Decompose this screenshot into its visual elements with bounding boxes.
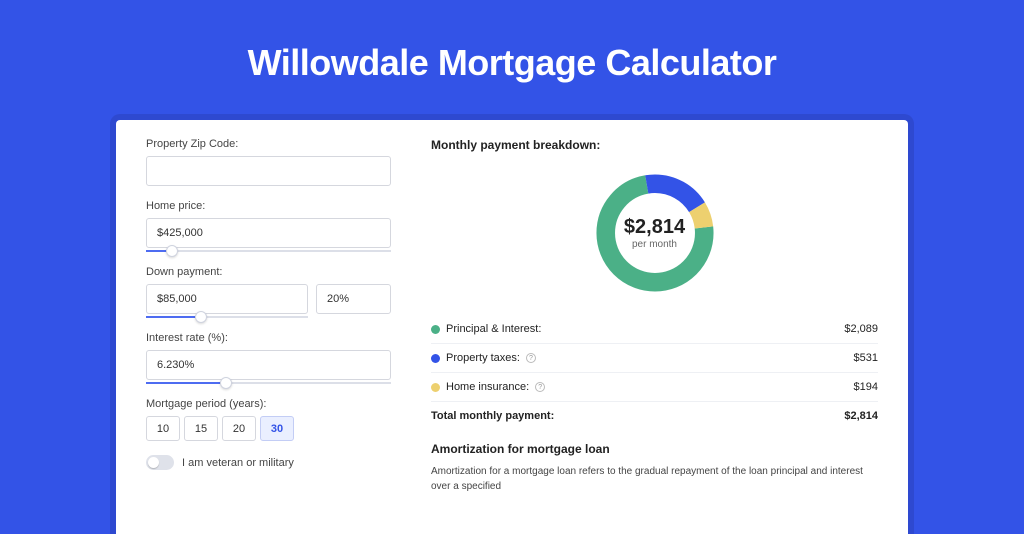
home-price-label: Home price: (146, 200, 391, 212)
payment-donut-chart: $2,814 per month (431, 158, 878, 308)
slider-thumb-icon[interactable] (220, 377, 232, 389)
breakdown-label: Principal & Interest: (446, 323, 541, 335)
breakdown-title: Monthly payment breakdown: (431, 138, 878, 152)
down-payment-pct-input[interactable] (316, 284, 391, 314)
veteran-toggle[interactable] (146, 455, 174, 470)
breakdown-value: $194 (854, 381, 878, 393)
breakdown-value: $2,089 (844, 323, 878, 335)
period-option-30[interactable]: 30 (260, 416, 294, 441)
breakdown-label: Property taxes: (446, 352, 520, 364)
total-label: Total monthly payment: (431, 410, 554, 422)
dot-icon (431, 383, 440, 392)
slider-thumb-icon[interactable] (195, 311, 207, 323)
breakdown-panel: Monthly payment breakdown: $2,814 per mo… (431, 138, 878, 534)
down-payment-slider[interactable] (146, 316, 308, 318)
field-home-price: Home price: (146, 200, 391, 252)
period-button-group: 10 15 20 30 (146, 416, 391, 441)
toggle-knob-icon (148, 457, 159, 468)
interest-rate-label: Interest rate (%): (146, 332, 391, 344)
total-value: $2,814 (844, 410, 878, 422)
dot-icon (431, 325, 440, 334)
info-icon[interactable]: ? (535, 382, 545, 392)
veteran-label: I am veteran or military (182, 457, 294, 469)
breakdown-value: $531 (854, 352, 878, 364)
page-title: Willowdale Mortgage Calculator (0, 0, 1024, 114)
interest-rate-slider[interactable] (146, 382, 391, 384)
home-price-slider[interactable] (146, 250, 391, 252)
breakdown-row-total: Total monthly payment: $2,814 (431, 402, 878, 430)
zip-input[interactable] (146, 156, 391, 186)
field-veteran: I am veteran or military (146, 455, 391, 470)
breakdown-list: Principal & Interest: $2,089 Property ta… (431, 314, 878, 430)
breakdown-label: Home insurance: (446, 381, 529, 393)
donut-center: $2,814 per month (624, 216, 685, 250)
slider-thumb-icon[interactable] (166, 245, 178, 257)
field-down-payment: Down payment: (146, 266, 391, 318)
amortization-text: Amortization for a mortgage loan refers … (431, 464, 878, 494)
dot-icon (431, 354, 440, 363)
donut-sub: per month (624, 239, 685, 250)
field-mortgage-period: Mortgage period (years): 10 15 20 30 (146, 398, 391, 441)
form-panel: Property Zip Code: Home price: Down paym… (146, 138, 391, 534)
mortgage-period-label: Mortgage period (years): (146, 398, 391, 410)
calculator-card: Property Zip Code: Home price: Down paym… (116, 120, 908, 534)
donut-amount: $2,814 (624, 216, 685, 239)
breakdown-row-insurance: Home insurance: ? $194 (431, 373, 878, 402)
period-option-10[interactable]: 10 (146, 416, 180, 441)
breakdown-row-taxes: Property taxes: ? $531 (431, 344, 878, 373)
interest-rate-input[interactable] (146, 350, 391, 380)
field-zip: Property Zip Code: (146, 138, 391, 186)
zip-label: Property Zip Code: (146, 138, 391, 150)
home-price-input[interactable] (146, 218, 391, 248)
info-icon[interactable]: ? (526, 353, 536, 363)
field-interest-rate: Interest rate (%): (146, 332, 391, 384)
down-payment-label: Down payment: (146, 266, 391, 278)
breakdown-row-pi: Principal & Interest: $2,089 (431, 315, 878, 344)
period-option-15[interactable]: 15 (184, 416, 218, 441)
period-option-20[interactable]: 20 (222, 416, 256, 441)
card-frame: Property Zip Code: Home price: Down paym… (110, 114, 914, 534)
amortization-title: Amortization for mortgage loan (431, 442, 878, 456)
down-payment-input[interactable] (146, 284, 308, 314)
